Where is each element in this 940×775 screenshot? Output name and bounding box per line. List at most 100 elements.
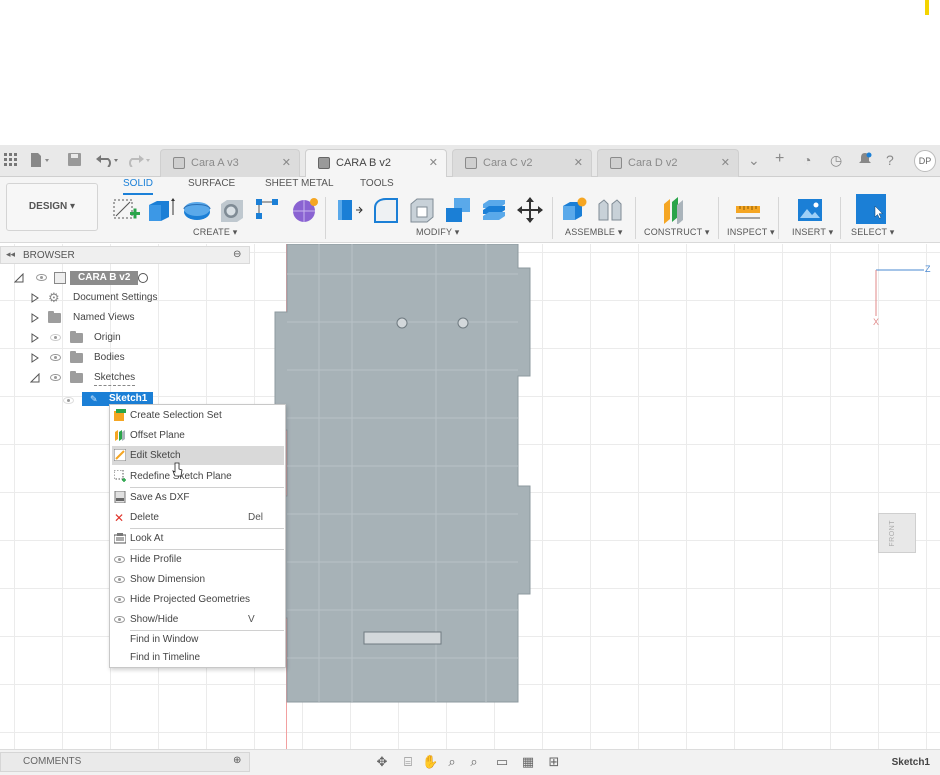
menu-item-show-dimension[interactable]: Show Dimension [110,570,285,589]
collapse-arrow-icon[interactable] [14,273,24,283]
expand-arrow-icon[interactable] [30,313,40,323]
tab-sheet-metal[interactable]: SHEET METAL [265,177,334,191]
menu-item-save-as-dxf[interactable]: Save As DXF [110,488,285,507]
file-icon[interactable] [30,153,50,169]
menu-item-show-hide[interactable]: Show/Hide V [110,610,285,629]
job-status-icon[interactable]: ◷ [830,152,842,169]
offset-plane-icon[interactable] [660,196,688,225]
tab-overflow-icon[interactable]: ⌄ [748,152,760,169]
tree-item-document-settings[interactable]: ⚙ Document Settings [30,289,230,307]
select-menu[interactable]: SELECT ▾ [851,227,894,238]
menu-item-edit-sketch[interactable]: Edit Sketch [112,446,284,465]
folder-icon [70,331,83,343]
press-pull-icon[interactable] [336,196,364,222]
fit-icon[interactable]: ⌕ [466,754,482,770]
joint-icon[interactable] [596,196,624,222]
insert-menu[interactable]: INSERT ▾ [792,227,833,238]
add-comment-icon[interactable]: ⊕ [233,755,241,766]
pan-icon[interactable]: ✋ [422,754,438,770]
activate-radio-icon[interactable] [138,273,148,283]
tab-tools[interactable]: TOOLS [360,177,394,191]
close-icon[interactable]: ✕ [721,150,730,176]
expand-arrow-icon[interactable] [30,333,40,343]
eye-icon[interactable] [50,354,61,361]
split-face-icon[interactable] [480,196,508,222]
display-settings-icon[interactable]: ▭ [494,754,510,770]
revolve-icon[interactable] [182,196,211,222]
avatar[interactable]: DP [914,150,936,172]
browser-panel-header[interactable]: ◂◂ BROWSER ⊖ [0,246,250,264]
menu-item-look-at[interactable]: Look At [110,529,285,548]
tree-item-bodies[interactable]: Bodies [30,349,230,367]
redo-icon[interactable] [128,153,154,169]
tree-item-origin[interactable]: Origin [30,329,230,347]
menu-item-redefine-sketch-plane[interactable]: Redefine Sketch Plane [110,467,285,486]
close-icon[interactable]: ✕ [282,150,291,176]
tree-root[interactable]: CARA B v2 [14,269,174,287]
expand-arrow-icon[interactable] [30,353,40,363]
construct-menu[interactable]: CONSTRUCT ▾ [644,227,710,238]
combine-icon[interactable] [444,196,472,222]
menu-item-create-selection-set[interactable]: Create Selection Set [110,406,285,425]
app-grid-icon[interactable] [4,153,18,169]
form-icon[interactable] [290,196,318,222]
eye-hidden-icon[interactable] [63,397,74,404]
modify-menu[interactable]: MODIFY ▾ [416,227,459,238]
tab-cara-d[interactable]: Cara D v2 ✕ [597,149,739,177]
data-panel-icon[interactable]: ◔ [803,152,811,168]
tab-cara-c[interactable]: Cara C v2 ✕ [452,149,592,177]
eye-hidden-icon[interactable] [50,334,61,341]
create-sketch-icon[interactable] [112,196,140,222]
tab-surface[interactable]: SURFACE [188,177,235,191]
select-label: SELECT [851,227,888,237]
measure-icon[interactable] [734,196,762,222]
close-icon[interactable]: ✕ [429,150,438,176]
inspect-menu[interactable]: INSPECT ▾ [727,227,775,238]
eye-icon[interactable] [36,274,47,281]
menu-item-find-in-window[interactable]: Find in Window [110,630,285,649]
orbit-icon[interactable]: ✥ [374,754,390,770]
menu-item-find-in-timeline[interactable]: Find in Timeline [110,648,285,667]
extrude-icon[interactable] [146,196,175,222]
undo-icon[interactable] [96,153,122,169]
menu-item-hide-projected-geometries[interactable]: Hide Projected Geometries [110,590,285,609]
shell-icon[interactable] [408,196,436,223]
collapse-icon[interactable]: ◂◂ [6,249,15,260]
new-component-icon[interactable] [560,196,588,222]
fillet-icon[interactable] [372,196,400,223]
zoom-icon[interactable]: ⌕ [444,754,460,770]
assemble-menu[interactable]: ASSEMBLE ▾ [565,227,623,238]
viewcube[interactable]: FRONT [878,513,916,553]
save-icon[interactable] [68,153,82,169]
expand-arrow-icon[interactable] [30,293,40,303]
new-tab-icon[interactable]: + [775,150,784,168]
create-menu[interactable]: CREATE ▾ [193,227,237,238]
tree-item-sketches[interactable]: Sketches [30,369,230,387]
tab-solid[interactable]: SOLID [123,177,154,195]
tree-item-named-views[interactable]: Named Views [30,309,230,327]
menu-item-delete[interactable]: ✕ Delete Del [110,508,285,527]
look-at-icon[interactable]: ⌸ [400,754,416,770]
workspace-label: DESIGN [28,201,68,212]
tab-cara-a[interactable]: Cara A v3 ✕ [160,149,300,177]
panel-toggle-icon[interactable]: ⊖ [233,249,241,260]
tree-label: Bodies [94,352,125,363]
rectangular-pattern-icon[interactable] [254,196,282,222]
menu-item-offset-plane[interactable]: Offset Plane [110,426,285,445]
insert-image-icon[interactable] [796,196,824,222]
comments-panel[interactable]: COMMENTS ⊕ [0,752,250,772]
close-icon[interactable]: ✕ [574,150,583,176]
workspace-switcher[interactable]: DESIGN ▾ [6,183,98,231]
divider [840,197,841,239]
select-tool-button[interactable] [856,194,886,224]
collapse-arrow-icon[interactable] [30,373,40,383]
help-icon[interactable]: ? [886,152,894,168]
grid-settings-icon[interactable]: ▦ [520,754,536,770]
tab-cara-b[interactable]: CARA B v2 ✕ [305,149,447,178]
viewports-icon[interactable]: ⊞ [546,754,562,770]
eye-icon[interactable] [50,374,61,381]
notifications-icon[interactable] [858,152,872,169]
menu-item-hide-profile[interactable]: Hide Profile [110,550,285,569]
move-icon[interactable] [516,196,544,223]
hole-icon[interactable] [218,196,246,222]
